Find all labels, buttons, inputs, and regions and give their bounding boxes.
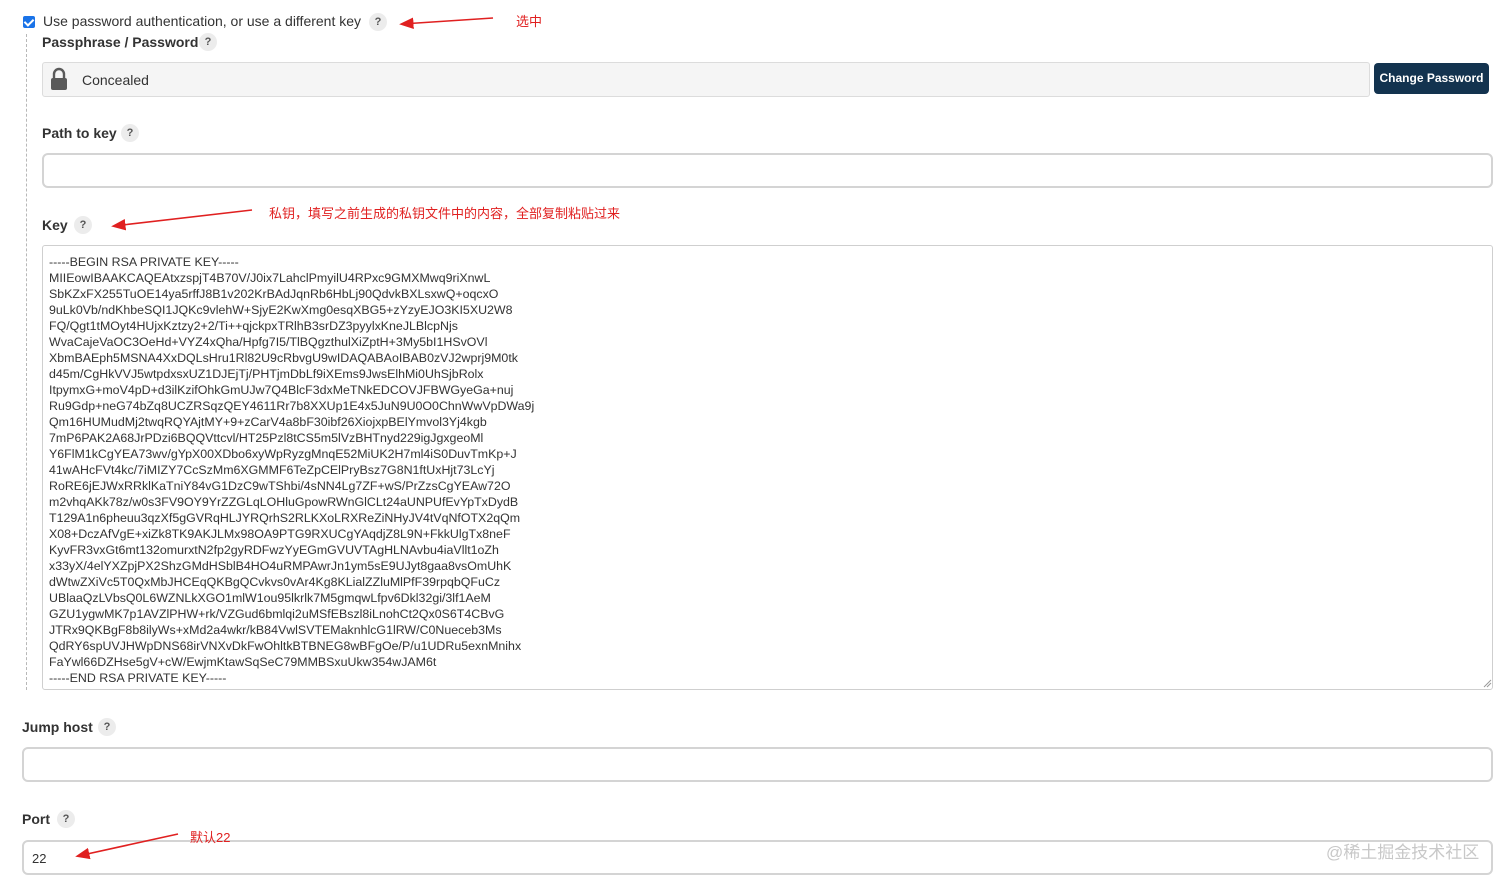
use-password-label: Use password authentication, or use a di… <box>43 13 362 29</box>
key-line: 7mP6PAK2A68JrPDzi6BQQVttcvl/HT25Pzl8tCS5… <box>49 431 484 445</box>
password-concealed-field: Concealed <box>42 62 1370 97</box>
path-to-key-input[interactable] <box>42 153 1493 188</box>
key-line: 41wAHcFVt4kc/7iMIZY7CcSzMm6XGMMF6TeZpCEl… <box>49 463 495 477</box>
key-line: FaYwl66DZHse5gV+cW/EwjmKtawSqSeC79MMBSxu… <box>49 655 437 669</box>
key-line: GZU1ygwMK7p1AVZlPHW+rk/VZGud6bmlqi2uMSfE… <box>49 607 505 621</box>
key-line: d45m/CgHkVVJ5wtpdxsxUZ1DJEjTj/PHTjmDbLf9… <box>49 367 484 381</box>
private-key-textarea[interactable]: -----BEGIN RSA PRIVATE KEY----- MIIEowIBA… <box>42 245 1493 690</box>
key-line: 9uLk0Vb/ndKhbeSQI1JQKc9vlehW+SjyE2KwXmg0… <box>49 303 513 317</box>
key-line: MIIEowIBAAKCAQEAtxzspjT4B70V/J0ix7LahclP… <box>49 271 491 285</box>
key-line: ItpymxG+moV4pD+d3ilKzifOhkGmUJw7Q4BlcF3d… <box>49 383 514 397</box>
help-icon-path-to-key[interactable]: ? <box>121 124 139 142</box>
resize-grip-icon[interactable] <box>1483 679 1492 688</box>
key-line: JTRx9QKBgF8b8ilyWs+xMd2a4wkr/kB84VwlSVTE… <box>49 623 502 637</box>
section-indent-line <box>26 34 27 690</box>
key-line: -----BEGIN RSA PRIVATE KEY----- <box>49 255 239 269</box>
key-line: m2vhqAKk78z/w0s3FV9OY9YrZZGLqLOHluGpowRW… <box>49 495 519 509</box>
key-line: SbKZxFX255TuOE14ya5rffJ8B1v202KrBAdJqnRb… <box>49 287 499 301</box>
arrow-annotation-checkbox <box>399 17 494 29</box>
help-icon-key[interactable]: ? <box>74 216 92 234</box>
annotation-port-note: 默认22 <box>190 830 231 845</box>
change-password-button[interactable]: Change Password <box>1374 63 1489 94</box>
watermark: @稀土掘金技术社区 <box>1326 843 1480 862</box>
help-icon-jump-host[interactable]: ? <box>98 718 116 736</box>
key-line: WvaCajeVaOC3OeHd+VYZ4xQha/Hpfg7I5/TlBQgz… <box>49 335 488 349</box>
key-line: Y6FlM1kCgYEA73wv/gYpX00XDbo6xyWpRyzgMnqE… <box>49 447 517 461</box>
path-to-key-label: Path to key <box>42 125 117 141</box>
key-line: -----END RSA PRIVATE KEY----- <box>49 671 227 685</box>
lock-icon <box>43 63 75 96</box>
key-line: FQ/Qgt1tMOyt4HUjxKztzy2+2/Ti++qjckpxTRlh… <box>49 319 458 333</box>
key-line: KyvFR3vxGt6mt132omurxtN2fp2gyRDFwzYyEGmG… <box>49 543 499 557</box>
key-line: RoRE6jEJWxRRklKaTniY84vG1DzC9wTShbi/4sNN… <box>49 479 511 493</box>
password-concealed-text: Concealed <box>82 72 149 88</box>
jump-host-input[interactable] <box>22 747 1493 782</box>
key-line: Qm16HUMudMj2twqRQYAjtMY+9+zCarV4a8bF30ib… <box>49 415 487 429</box>
annotation-checkbox-note: 选中 <box>516 14 543 29</box>
help-icon-auth[interactable]: ? <box>369 13 387 31</box>
key-line: XbmBAEph5MSNA4XxDQLsHru1Rl82U9cRbvgU9wID… <box>49 351 518 365</box>
use-password-checkbox[interactable] <box>23 16 35 28</box>
key-line: x33yX/4elYXZpjPX2ShzGMdHSblB4HO4uRMPAwrJ… <box>49 559 512 573</box>
port-label: Port <box>22 811 50 827</box>
key-line: UBlaaQzLVbsQ0L6WZNLkXGO1mlW1ou95lkrlk7M5… <box>49 591 491 605</box>
passphrase-label: Passphrase / Password <box>42 34 199 50</box>
key-line: QdRY6spUVJHWpDNS68irVNXvDkFwOhltkBTBNEG8… <box>49 639 522 653</box>
key-line: X08+DczAfVgE+xiZk8TK9AKJLMx98OA9PTG9RXUC… <box>49 527 511 541</box>
key-label: Key <box>42 217 68 233</box>
port-input[interactable]: 22 <box>22 840 1493 875</box>
key-line: Ru9Gdp+neG74bZq8UCZRSqzQEY4611Rr7b8XXUp1… <box>49 399 535 413</box>
help-icon-passphrase[interactable]: ? <box>199 33 217 51</box>
annotation-key-note: 私钥，填写之前生成的私钥文件中的内容，全部复制粘贴过来 <box>269 206 621 221</box>
help-icon-port[interactable]: ? <box>57 810 75 828</box>
jump-host-label: Jump host <box>22 719 93 735</box>
key-line: dWtwZXiVc5T0QxMbJHCEqQKBgQCvkvs0vAr4Kg8K… <box>49 575 501 589</box>
key-line: T129A1n6pheuu3qzXf5gGVRqHLJYRQrhS2RLKXoL… <box>49 511 521 525</box>
arrow-annotation-key <box>111 209 253 231</box>
